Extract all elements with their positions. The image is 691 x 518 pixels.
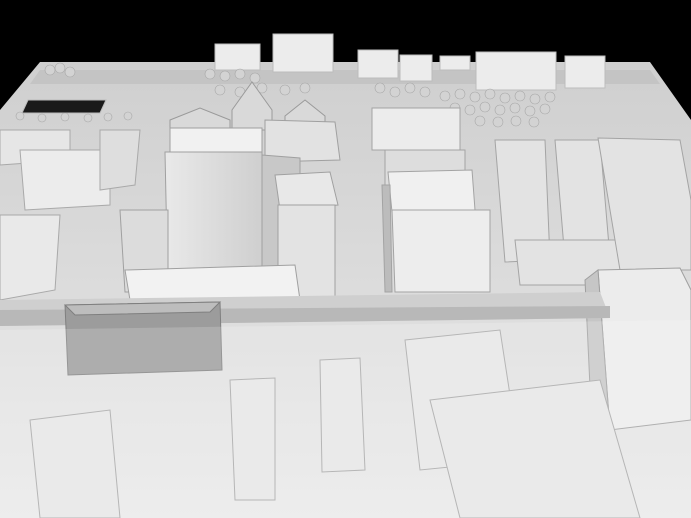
dark-plate [21, 99, 107, 114]
model-photo [0, 0, 691, 518]
foreground-light [0, 320, 691, 518]
right-housing [494, 137, 691, 286]
model-photo-svg [0, 0, 691, 518]
